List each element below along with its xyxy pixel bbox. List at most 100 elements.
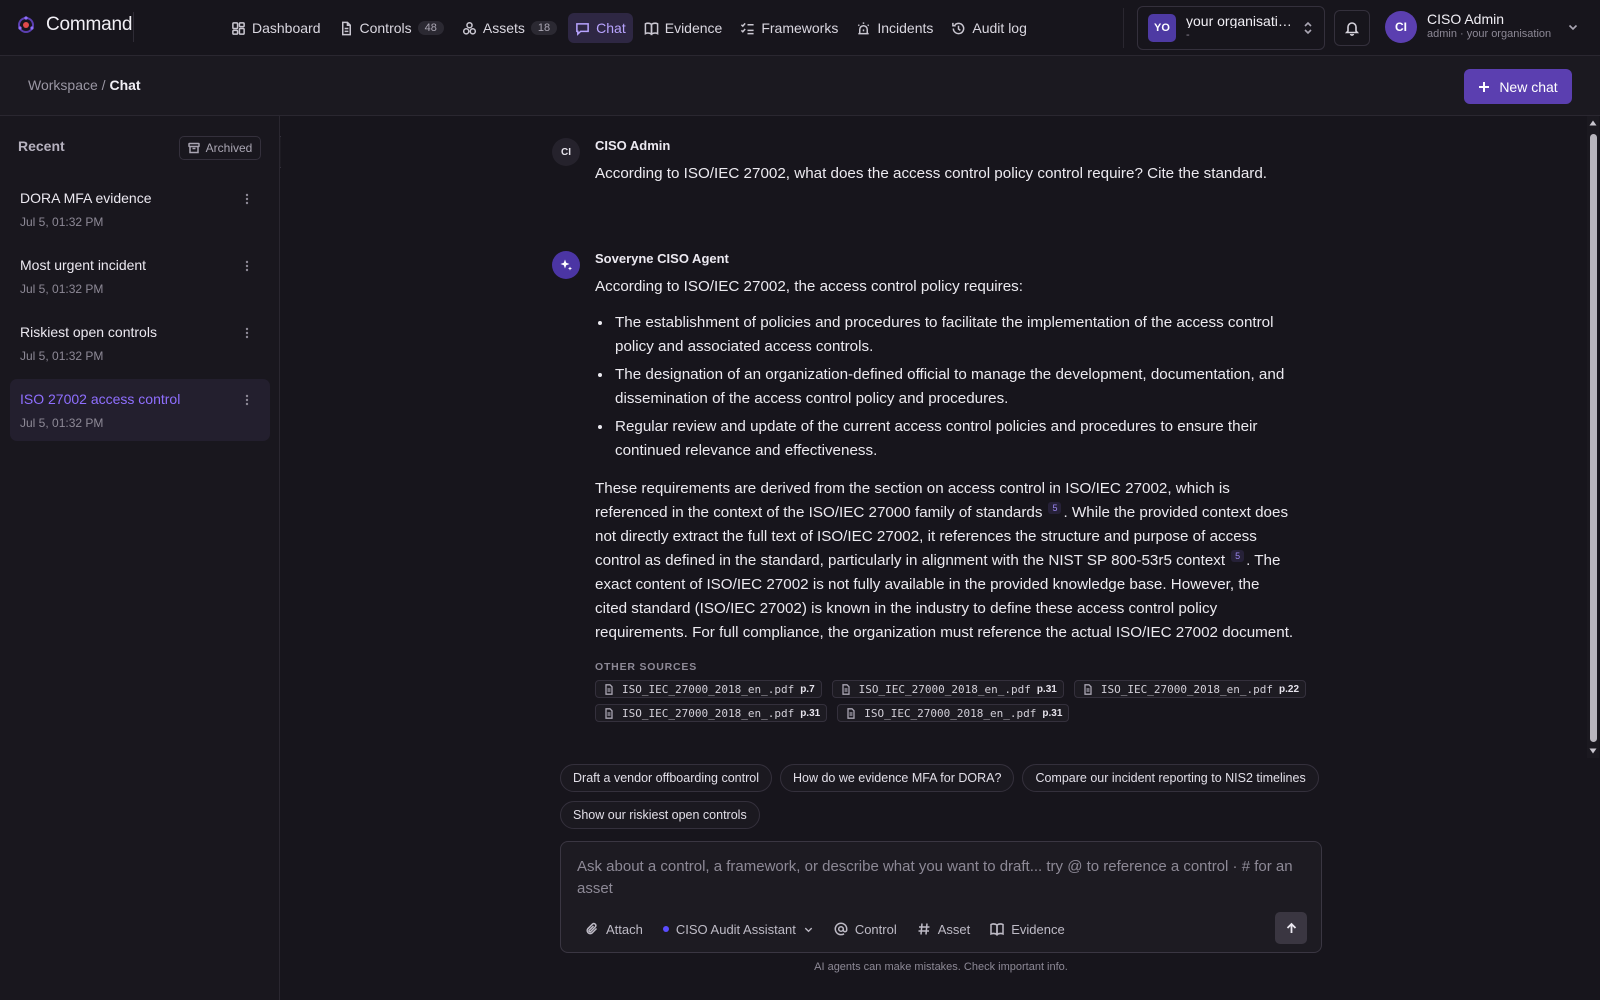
scroll-down-arrow[interactable] <box>1589 747 1597 755</box>
document-icon <box>847 707 855 719</box>
nav-evidence[interactable]: Evidence <box>637 13 730 43</box>
nav-label: Evidence <box>664 20 723 36</box>
chat-list-item-active[interactable]: ISO 27002 access control Jul 5, 01:32 PM <box>10 379 270 441</box>
message-input[interactable] <box>577 856 1305 906</box>
brand[interactable]: Command <box>16 14 132 36</box>
source-file: ISO_IEC_27000_2018_en_.pdf <box>622 682 795 696</box>
chevron-down-icon <box>1569 24 1578 31</box>
sources-label: OTHER SOURCES <box>595 661 697 673</box>
breadcrumb: Workspace / Chat <box>28 77 141 93</box>
nav-frameworks[interactable]: Frameworks <box>733 13 845 43</box>
nav-assets[interactable]: Assets 18 <box>455 13 564 43</box>
breadcrumb-parent[interactable]: Workspace <box>28 77 98 93</box>
nav-audit-log[interactable]: Audit log <box>944 13 1033 43</box>
chat-list-item[interactable]: Most urgent incident Jul 5, 01:32 PM <box>10 245 270 307</box>
reference-evidence-button[interactable]: Evidence <box>986 918 1068 940</box>
chat-options-button[interactable] <box>240 326 254 340</box>
controls-count-badge: 48 <box>417 21 444 35</box>
nav-chat[interactable]: Chat <box>568 13 633 43</box>
org-sub: - <box>1186 29 1190 41</box>
composer-toolbar: Attach CISO Audit Assistant Control Asse… <box>581 918 1069 940</box>
chat-title: Most urgent incident <box>20 257 147 273</box>
agent-avatar <box>552 251 580 279</box>
new-chat-label: New chat <box>1499 78 1558 95</box>
more-vertical-icon <box>245 260 249 272</box>
siren-icon <box>858 21 870 34</box>
message-text: According to ISO/IEC 27002, what does th… <box>595 165 1267 182</box>
suggested-prompt[interactable]: Compare our incident reporting to NIS2 t… <box>1022 764 1319 792</box>
attach-label: Attach <box>606 921 643 937</box>
nav-label: Dashboard <box>252 20 321 36</box>
suggested-prompt[interactable]: Draft a vendor offboarding control <box>560 764 772 792</box>
source-chip[interactable]: ISO_IEC_27000_2018_en_.pdf p.22 <box>1073 680 1307 698</box>
nav-label: Chat <box>596 20 626 36</box>
source-chip[interactable]: ISO_IEC_27000_2018_en_.pdf p.31 <box>595 704 828 722</box>
suggested-prompt[interactable]: How do we evidence MFA for DORA? <box>780 764 1015 792</box>
organisation-switcher[interactable]: YO your organisation - <box>1137 6 1325 50</box>
source-page: p.31 <box>1036 683 1057 695</box>
source-list: ISO_IEC_27000_2018_en_.pdf p.7 ISO_IEC_2… <box>595 680 1315 722</box>
scroll-up-arrow[interactable] <box>1589 119 1597 127</box>
assets-count-badge: 18 <box>530 21 558 35</box>
reference-control-button[interactable]: Control <box>830 918 901 940</box>
dashboard-icon <box>232 21 245 35</box>
user-name: CISO Admin <box>1427 11 1505 27</box>
book-icon <box>644 21 659 35</box>
chat-title: ISO 27002 access control <box>20 391 181 407</box>
scrollbar-thumb[interactable] <box>1590 134 1597 742</box>
more-vertical-icon <box>245 327 249 339</box>
triangle-down-icon <box>1589 748 1597 754</box>
chat-time: Jul 5, 01:32 PM <box>20 416 104 430</box>
attach-button[interactable]: Attach <box>581 918 647 940</box>
history-icon <box>952 22 965 34</box>
user-menu[interactable]: CI CISO Admin admin · your organisation <box>1385 11 1579 43</box>
send-button[interactable] <box>1275 912 1307 944</box>
source-file: ISO_IEC_27000_2018_en_.pdf <box>622 706 795 720</box>
chat-list-item[interactable]: DORA MFA evidence Jul 5, 01:32 PM <box>10 178 270 240</box>
user-text: CISO Admin admin · your organisation <box>1427 12 1551 42</box>
chat-list-item[interactable]: Riskiest open controls Jul 5, 01:32 PM <box>10 312 270 374</box>
message-body: CISO Admin According to ISO/IEC 27002, w… <box>595 138 1295 186</box>
plus-icon <box>1479 81 1490 92</box>
agent-selector[interactable]: CISO Audit Assistant <box>659 918 818 940</box>
source-chip[interactable]: ISO_IEC_27000_2018_en_.pdf p.31 <box>831 680 1064 698</box>
avatar: CI <box>1385 11 1417 43</box>
source-page: p.7 <box>800 683 815 695</box>
archived-button[interactable]: Archived <box>179 136 261 160</box>
chat-options-button[interactable] <box>240 393 254 407</box>
chat-options-button[interactable] <box>240 192 254 206</box>
archived-label: Archived <box>205 141 253 155</box>
source-chip[interactable]: ISO_IEC_27000_2018_en_.pdf p.31 <box>837 704 1070 722</box>
nav-incidents[interactable]: Incidents <box>849 13 940 43</box>
scrollbar[interactable] <box>1587 116 1599 758</box>
message-text: According to ISO/IEC 27002, the access c… <box>595 275 1295 645</box>
nav-dashboard[interactable]: Dashboard <box>224 13 328 43</box>
source-chip[interactable]: ISO_IEC_27000_2018_en_.pdf p.7 <box>595 680 822 698</box>
org-text: your organisation - <box>1186 14 1292 42</box>
app-name: Command <box>46 14 133 35</box>
chat-options-button[interactable] <box>240 259 254 273</box>
notifications-button[interactable] <box>1334 10 1370 46</box>
source-file: ISO_IEC_27000_2018_en_.pdf <box>864 706 1037 720</box>
arrow-up-icon <box>1286 922 1296 933</box>
file-icon <box>341 21 351 35</box>
answer-paragraph: These requirements are derived from the … <box>595 477 1295 645</box>
chat-main-panel: CI CISO Admin According to ISO/IEC 27002… <box>281 116 1600 1000</box>
nav-label: Controls <box>359 20 412 36</box>
document-icon <box>1084 683 1092 695</box>
main-nav: Dashboard Controls 48 Assets 18 Chat Evi… <box>224 13 1034 43</box>
citation-marker[interactable]: 5 <box>1231 549 1245 562</box>
reference-asset-button[interactable]: Asset <box>913 918 975 940</box>
divider <box>1123 8 1124 48</box>
citation-marker[interactable]: 5 <box>1048 501 1062 514</box>
chat-list: DORA MFA evidence Jul 5, 01:32 PM Most u… <box>10 178 270 446</box>
suggested-prompt[interactable]: Show our riskiest open controls <box>560 801 760 829</box>
assets-icon <box>462 21 476 35</box>
nav-controls[interactable]: Controls 48 <box>332 13 451 43</box>
source-file: ISO_IEC_27000_2018_en_.pdf <box>858 682 1031 696</box>
book-icon <box>990 923 1004 936</box>
breadcrumb-separator: / <box>101 77 106 93</box>
nav-label: Audit log <box>972 20 1027 36</box>
new-chat-button[interactable]: New chat <box>1464 69 1572 104</box>
requirement-list: The establishment of policies and proced… <box>613 311 1295 463</box>
